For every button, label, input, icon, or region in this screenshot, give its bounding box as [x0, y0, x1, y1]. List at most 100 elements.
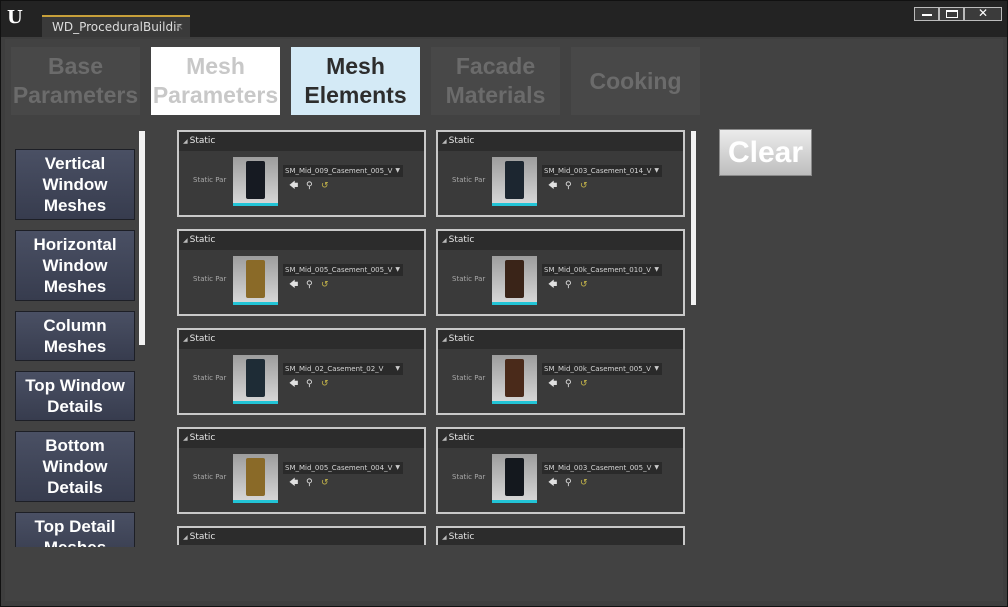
arrow-left-icon[interactable]: 🡄 [289, 379, 298, 389]
collapse-arrow-icon[interactable]: ◢ [183, 336, 188, 343]
mesh-asset-dropdown[interactable]: SM_Mid_009_Casement_005_V ▼ [283, 165, 403, 177]
cell-header[interactable]: ◢ Static [438, 528, 683, 545]
arrow-left-icon[interactable]: 🡄 [548, 181, 557, 191]
mesh-element-cell: ◢StaticStatic Par▼🡄⚲↺ [177, 526, 426, 545]
tab-mesh-elements[interactable]: Mesh Elements [291, 47, 420, 115]
door-mesh-preview [505, 458, 524, 496]
minimize-button[interactable] [914, 7, 939, 21]
sidebar: Vertical Window Meshes Horizontal Window… [5, 131, 145, 547]
mesh-asset-dropdown[interactable]: SM_Mid_005_Casement_005_V ▼ [283, 264, 403, 276]
collapse-arrow-icon[interactable]: ◢ [442, 534, 447, 541]
arrow-left-icon[interactable]: 🡄 [548, 478, 557, 488]
collapse-arrow-icon[interactable]: ◢ [183, 237, 188, 244]
cell-header[interactable]: ◢ Static [179, 528, 424, 545]
sidebar-item-column-meshes[interactable]: Column Meshes [15, 311, 135, 361]
collapse-arrow-icon[interactable]: ◢ [442, 138, 447, 145]
tab-facade-materials[interactable]: Facade Materials [431, 47, 560, 115]
tab-mesh-parameters[interactable]: Mesh Parameters [151, 47, 280, 115]
mesh-thumbnail[interactable] [492, 157, 537, 206]
cell-header-label: Static [189, 235, 216, 245]
arrow-left-icon[interactable]: 🡄 [289, 181, 298, 191]
reset-arrow-icon[interactable]: ↺ [321, 478, 329, 488]
search-icon[interactable]: ⚲ [565, 280, 572, 290]
reset-arrow-icon[interactable]: ↺ [580, 181, 588, 191]
sidebar-item-vertical-window-meshes[interactable]: Vertical Window Meshes [15, 149, 135, 220]
reset-arrow-icon[interactable]: ↺ [580, 478, 588, 488]
search-icon[interactable]: ⚲ [306, 478, 313, 488]
mesh-asset-dropdown[interactable]: SM_Mid_00k_Casement_010_V ▼ [542, 264, 662, 276]
tab-base-parameters[interactable]: Base Parameters [11, 47, 140, 115]
clear-button[interactable]: Clear [719, 129, 812, 176]
arrow-left-icon[interactable]: 🡄 [548, 280, 557, 290]
sidebar-item-top-detail-meshes[interactable]: Top Detail Meshes [15, 512, 135, 547]
reset-arrow-icon[interactable]: ↺ [321, 379, 329, 389]
search-icon[interactable]: ⚲ [565, 181, 572, 191]
mesh-element-cell: ◢ Static Static Par SM_Mid_02_Casement_02_V… [177, 328, 426, 415]
cell-header[interactable]: ◢ Static [179, 132, 424, 151]
mesh-asset-dropdown[interactable]: SM_Mid_00k_Casement_005_V ▼ [542, 363, 662, 375]
search-icon[interactable]: ⚲ [306, 181, 313, 191]
cell-header[interactable]: ◢ Static [179, 231, 424, 250]
reset-arrow-icon[interactable]: ↺ [321, 280, 329, 290]
mesh-element-cell: ◢ Static Static Par SM_Mid_003_Casement_005… [436, 427, 685, 514]
search-icon[interactable]: ⚲ [306, 379, 313, 389]
mesh-thumbnail[interactable] [492, 355, 537, 404]
collapse-arrow-icon[interactable]: ◢ [442, 336, 447, 343]
mesh-thumbnail[interactable] [233, 157, 278, 206]
mesh-asset-dropdown[interactable]: SM_Mid_003_Casement_014_V ▼ [542, 165, 662, 177]
collapse-arrow-icon[interactable]: ◢ [442, 237, 447, 244]
mesh-thumbnail[interactable] [233, 256, 278, 305]
close-tab-icon[interactable]: × [175, 17, 184, 37]
mesh-thumbnail[interactable] [233, 454, 278, 503]
collapse-arrow-icon[interactable]: ◢ [442, 435, 447, 442]
search-icon[interactable]: ⚲ [306, 280, 313, 290]
maximize-button[interactable] [939, 7, 964, 21]
document-tab[interactable]: WD_ProceduralBuildir × [42, 15, 190, 37]
collapse-arrow-icon[interactable]: ◢ [183, 138, 188, 145]
mesh-thumbnail[interactable] [492, 256, 537, 305]
mesh-asset-name: SM_Mid_00k_Casement_010_V [544, 266, 651, 274]
sidebar-scrollbar[interactable] [139, 131, 145, 345]
grid-scrollbar[interactable] [691, 131, 696, 305]
cell-header-label: Static [448, 334, 475, 344]
mesh-thumbnail[interactable] [233, 355, 278, 404]
editor-window: U WD_ProceduralBuildir × ✕ Base Paramete… [0, 0, 1008, 607]
cell-header-label: Static [448, 235, 475, 245]
sidebar-item-label: Bottom Window Details [42, 436, 108, 497]
mesh-element-cell: ◢ Static Static Par SM_Mid_00k_Casement_010… [436, 229, 685, 316]
collapse-arrow-icon[interactable]: ◢ [183, 534, 188, 541]
cell-header[interactable]: ◢ Static [438, 330, 683, 349]
mesh-asset-dropdown[interactable]: SM_Mid_003_Casement_005_V ▼ [542, 462, 662, 474]
cell-header[interactable]: ◢ Static [438, 429, 683, 448]
reset-arrow-icon[interactable]: ↺ [321, 181, 329, 191]
reset-arrow-icon[interactable]: ↺ [580, 280, 588, 290]
mesh-thumbnail[interactable] [492, 454, 537, 503]
cell-header[interactable]: ◢ Static [438, 231, 683, 250]
tab-cooking[interactable]: Cooking [571, 47, 700, 115]
static-mesh-label: Static Par [193, 374, 227, 382]
cell-header[interactable]: ◢ Static [179, 429, 424, 448]
tab-label: Mesh Parameters [152, 53, 279, 108]
maximize-icon [946, 10, 958, 18]
widget-panel: Base Parameters Mesh Parameters Mesh Ele… [5, 39, 1003, 601]
title-bar: U WD_ProceduralBuildir × ✕ [1, 1, 1007, 37]
arrow-left-icon[interactable]: 🡄 [289, 478, 298, 488]
collapse-arrow-icon[interactable]: ◢ [183, 435, 188, 442]
search-icon[interactable]: ⚲ [565, 379, 572, 389]
cell-header[interactable]: ◢ Static [438, 132, 683, 151]
cell-header-label: Static [189, 334, 216, 344]
close-window-button[interactable]: ✕ [964, 6, 1002, 21]
sidebar-item-bottom-window-details[interactable]: Bottom Window Details [15, 431, 135, 502]
search-icon[interactable]: ⚲ [565, 478, 572, 488]
mesh-asset-dropdown[interactable]: SM_Mid_02_Casement_02_V ▼ [283, 363, 403, 375]
mesh-asset-dropdown[interactable]: SM_Mid_005_Casement_004_V ▼ [283, 462, 403, 474]
sidebar-item-top-window-details[interactable]: Top Window Details [15, 371, 135, 421]
reset-arrow-icon[interactable]: ↺ [580, 379, 588, 389]
static-mesh-label: Static Par [193, 275, 227, 283]
arrow-left-icon[interactable]: 🡄 [548, 379, 557, 389]
cell-header[interactable]: ◢ Static [179, 330, 424, 349]
sidebar-item-horizontal-window-meshes[interactable]: Horizontal Window Meshes [15, 230, 135, 301]
static-mesh-label: Static Par [452, 275, 486, 283]
mesh-element-cell: ◢ Static Static Par SM_Mid_005_Casement_004… [177, 427, 426, 514]
arrow-left-icon[interactable]: 🡄 [289, 280, 298, 290]
